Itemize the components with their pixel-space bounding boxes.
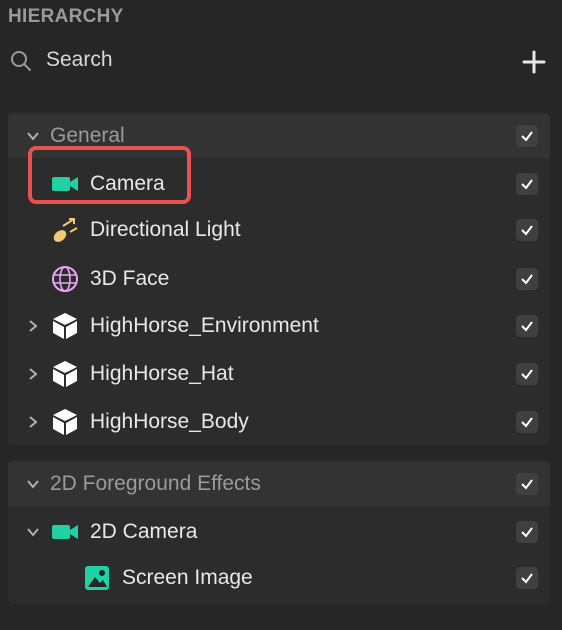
item-label: Directional Light [90,218,241,241]
item-label: Camera [90,172,165,195]
check-icon [521,417,533,428]
check-icon [521,573,533,584]
visibility-checkbox[interactable] [516,473,538,495]
group-label: 2D Foreground Effects [50,472,261,495]
chevron-down-icon[interactable] [26,129,40,143]
chevron-right-icon[interactable] [26,415,40,429]
chevron-down-icon[interactable] [26,477,40,491]
item-label: HighHorse_Environment [90,314,319,337]
check-icon [521,527,533,538]
group-label: General [50,124,125,147]
list-item-directional-light[interactable]: Directional Light [8,208,550,252]
search-bar[interactable]: Search [0,40,562,82]
list-item-highhorse-hat[interactable]: HighHorse_Hat [8,352,550,396]
chevron-right-icon[interactable] [26,319,40,333]
panel-title: HIERARCHY [8,6,124,27]
list-item-highhorse-body[interactable]: HighHorse_Body [8,400,550,444]
group-header-2d-foreground-effects[interactable]: 2D Foreground Effects [8,462,550,506]
visibility-checkbox[interactable] [516,411,538,433]
directional-light-icon [53,218,78,242]
check-icon [521,369,533,380]
check-icon [521,274,533,285]
check-icon [521,131,533,142]
add-icon[interactable] [520,48,548,76]
check-icon [521,321,533,332]
search-icon [11,51,31,71]
visibility-checkbox[interactable] [516,315,538,337]
visibility-checkbox[interactable] [516,363,538,385]
check-icon [521,479,533,490]
camera-icon [52,525,78,539]
visibility-checkbox[interactable] [516,173,538,195]
list-item-camera[interactable]: Camera [8,162,550,206]
list-item-3d-face[interactable]: 3D Face [8,257,550,301]
item-label: Screen Image [122,566,253,589]
cube-icon [53,313,77,339]
check-icon [521,179,533,190]
chevron-down-icon[interactable] [26,525,40,539]
cube-icon [53,361,77,387]
list-item-screen-image[interactable]: Screen Image [8,556,550,600]
group-general: General Camera Directional Light 3D Face [8,112,550,446]
group-header-general[interactable]: General [8,114,550,158]
visibility-checkbox[interactable] [516,268,538,290]
item-label: HighHorse_Hat [90,362,234,385]
camera-icon [52,177,78,191]
item-label: 3D Face [90,267,170,290]
visibility-checkbox[interactable] [516,567,538,589]
list-item-2d-camera[interactable]: 2D Camera [8,510,550,554]
search-input[interactable]: Search [46,48,113,72]
item-label: 2D Camera [90,520,198,543]
face-mesh-icon [52,266,78,292]
check-icon [521,225,533,236]
visibility-checkbox[interactable] [516,219,538,241]
list-item-highhorse-environment[interactable]: HighHorse_Environment [8,304,550,348]
visibility-checkbox[interactable] [516,521,538,543]
item-label: HighHorse_Body [90,410,249,433]
cube-icon [53,409,77,435]
visibility-checkbox[interactable] [516,125,538,147]
image-icon [85,566,109,590]
chevron-right-icon[interactable] [26,367,40,381]
group-2d-foreground-effects: 2D Foreground Effects 2D Camera Screen I… [8,460,550,604]
